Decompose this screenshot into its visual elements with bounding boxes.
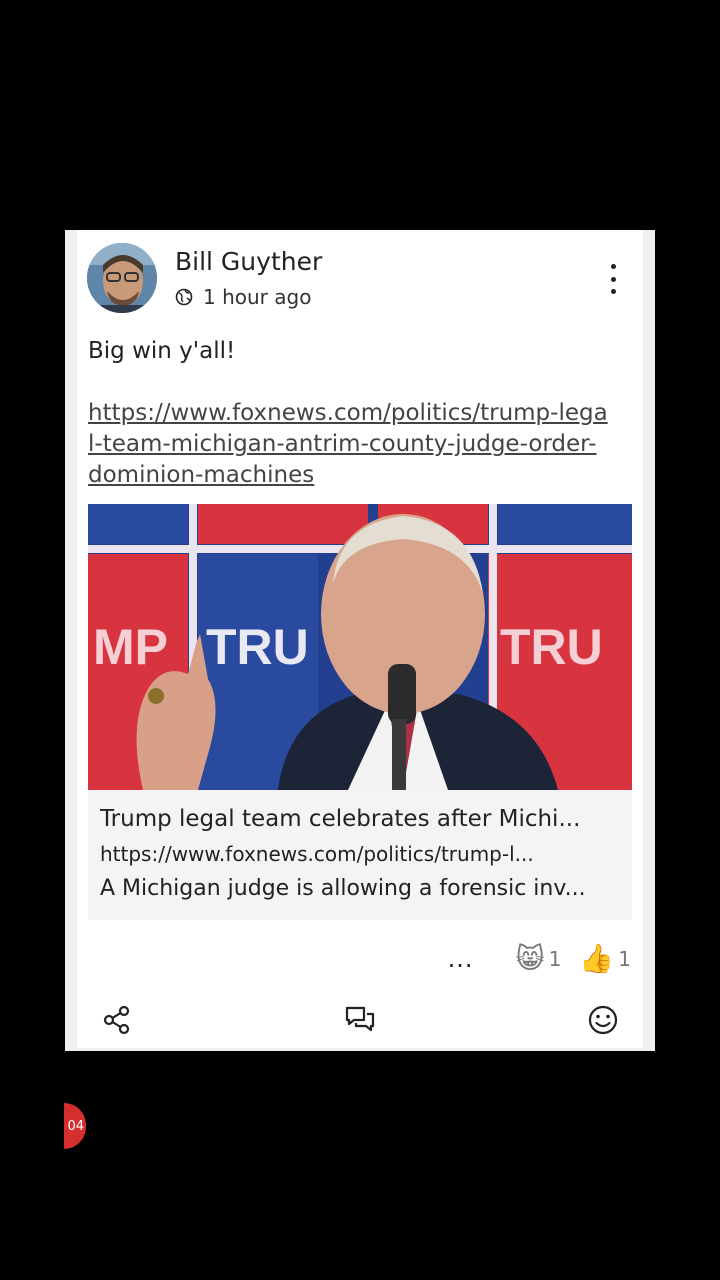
link-preview-info[interactable]: Trump legal team celebrates after Michi.… bbox=[88, 790, 632, 920]
reactions-bar: ... 😸 1 👍 1 bbox=[448, 942, 631, 975]
post-meta: 1 hour ago bbox=[175, 285, 311, 309]
svg-text:TRU: TRU bbox=[206, 619, 309, 675]
post-link[interactable]: https://www.foxnews.com/politics/trump-l… bbox=[88, 398, 608, 491]
svg-text:MP: MP bbox=[93, 619, 168, 675]
reaction-thumbs-up[interactable]: 👍 1 bbox=[579, 942, 631, 975]
svg-text:TRU: TRU bbox=[500, 619, 603, 675]
preview-description: A Michigan judge is allowing a forensic … bbox=[100, 876, 586, 901]
post-actions bbox=[77, 1000, 643, 1040]
more-reactions-button[interactable]: ... bbox=[448, 945, 474, 973]
share-icon[interactable] bbox=[101, 1004, 133, 1036]
preview-title: Trump legal team celebrates after Michi.… bbox=[100, 806, 581, 832]
post-card: Bill Guyther 1 hour ago Big win y'all! h… bbox=[77, 230, 643, 1048]
link-preview-image[interactable]: MP TRU TRU bbox=[88, 504, 632, 790]
author-name[interactable]: Bill Guyther bbox=[175, 247, 322, 276]
reaction-grinning-cat[interactable]: 😸 1 bbox=[515, 942, 561, 975]
reaction-count: 1 bbox=[548, 946, 562, 971]
notification-badge[interactable]: 04 bbox=[64, 1103, 86, 1149]
avatar[interactable] bbox=[87, 243, 157, 313]
more-options-icon[interactable] bbox=[605, 264, 621, 294]
notification-count: 04 bbox=[67, 1118, 84, 1134]
post-time: 1 hour ago bbox=[203, 285, 312, 309]
post-text: Big win y'all! bbox=[88, 338, 236, 364]
globe-icon bbox=[175, 288, 193, 306]
thumbs-up-icon: 👍 bbox=[579, 942, 615, 975]
comments-icon[interactable] bbox=[344, 1004, 376, 1036]
preview-url: https://www.foxnews.com/politics/trump-l… bbox=[100, 842, 534, 866]
post-card-frame: Bill Guyther 1 hour ago Big win y'all! h… bbox=[65, 230, 655, 1051]
reaction-count: 1 bbox=[618, 946, 631, 971]
add-reaction-icon[interactable] bbox=[587, 1004, 619, 1036]
grinning-cat-icon: 😸 bbox=[515, 942, 545, 975]
